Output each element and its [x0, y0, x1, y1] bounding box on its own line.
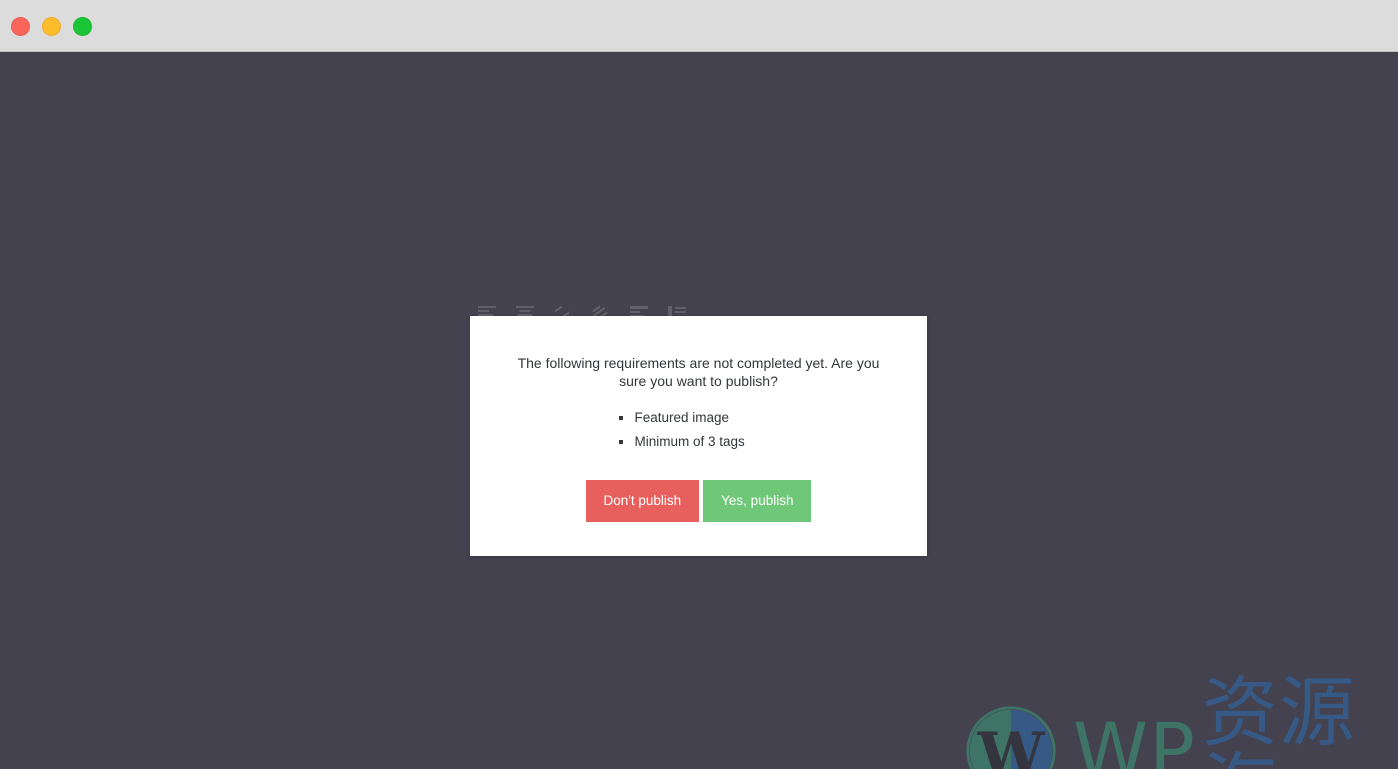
yes-publish-button[interactable]: Yes, publish: [703, 480, 812, 522]
minimize-traffic-light-icon[interactable]: [42, 17, 61, 36]
list-item: Featured image: [618, 406, 779, 430]
watermark-text: WP 资源海: [1073, 675, 1383, 769]
window-titlebar: [0, 0, 1398, 52]
svg-text:W: W: [977, 720, 1046, 769]
close-traffic-light-icon[interactable]: [11, 17, 30, 36]
zoom-traffic-light-icon[interactable]: [73, 17, 92, 36]
modal-backdrop-overlay[interactable]: The following requirements are not compl…: [0, 52, 1398, 769]
requirements-list: Featured image Minimum of 3 tags: [470, 406, 927, 454]
watermark: W WP 资源海: [963, 675, 1383, 769]
dialog-message: The following requirements are not compl…: [517, 355, 880, 389]
dialog-action-bar: Don't publish Yes, publish: [470, 480, 927, 522]
traffic-light-group: [11, 17, 92, 36]
dont-publish-button[interactable]: Don't publish: [585, 480, 700, 522]
app-window: The following requirements are not compl…: [0, 0, 1398, 769]
list-item: Minimum of 3 tags: [618, 430, 779, 454]
watermark-latin-text: WP: [1073, 706, 1196, 769]
publish-confirmation-dialog: The following requirements are not compl…: [470, 316, 927, 556]
watermark-chinese-text: 资源海: [1201, 668, 1356, 769]
wordpress-logo-icon: W: [966, 706, 1056, 769]
